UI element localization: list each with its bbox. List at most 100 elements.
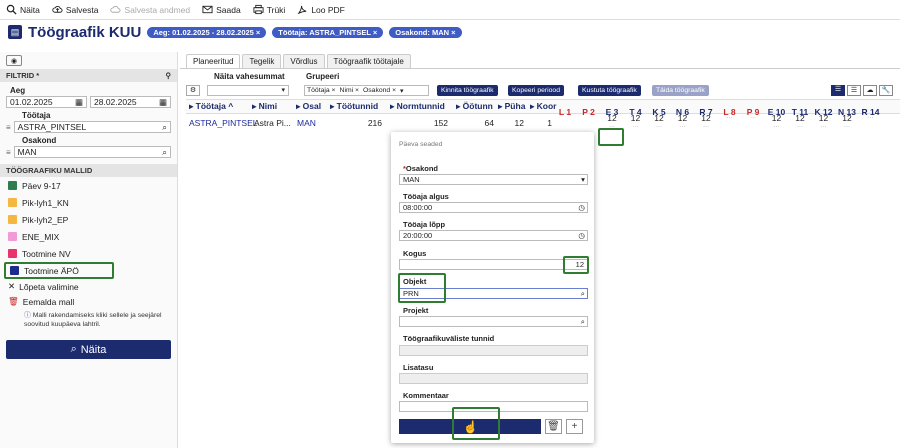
day-cell[interactable]: 12 ··· bbox=[695, 114, 717, 132]
day-cell[interactable]: 12 ··· bbox=[766, 114, 788, 132]
col-employee[interactable]: ▸ Töötaja ^ bbox=[189, 101, 249, 112]
day-cell[interactable]: 12 ··· bbox=[672, 114, 694, 132]
copy-period-button[interactable]: Kopeeri periood bbox=[508, 85, 564, 96]
start-time-input[interactable]: 08:00:00 ◷ bbox=[399, 202, 588, 213]
col-holiday[interactable]: ▸ Püha bbox=[498, 101, 530, 112]
save-button[interactable]: Salvesta bbox=[52, 4, 98, 15]
settings-gear-icon[interactable]: ⚙ bbox=[186, 85, 200, 96]
pin-icon[interactable]: ⚲ bbox=[166, 71, 172, 80]
template-item[interactable]: Tootmine ÄPÖ bbox=[4, 262, 114, 279]
department-input[interactable]: MAN ⌕ bbox=[13, 146, 171, 158]
col-name[interactable]: ▸ Nimi bbox=[252, 101, 290, 112]
template-color-swatch bbox=[8, 181, 17, 190]
end-time-value: 20:00:00 bbox=[403, 231, 433, 240]
detail-view-icon[interactable]: ☰ bbox=[847, 85, 861, 96]
filters-header[interactable]: FILTRID * ⚲ bbox=[0, 69, 177, 82]
day-cell[interactable]: 12 ··· bbox=[836, 114, 858, 132]
save-data-button[interactable]: Salvesta andmed bbox=[110, 4, 190, 15]
show-label: Näita bbox=[20, 4, 40, 15]
day-cell-value: 12 bbox=[842, 113, 852, 123]
eye-toggle-icon[interactable]: ◉ bbox=[6, 55, 22, 66]
search-icon[interactable]: ⌕ bbox=[162, 147, 167, 158]
col-work-hours[interactable]: ▸ Töötunnid bbox=[330, 101, 386, 112]
day-cell[interactable]: 12 ··· bbox=[625, 114, 647, 132]
clock-icon[interactable]: ◷ bbox=[578, 203, 587, 212]
employee-input[interactable]: ASTRA_PINTSEL ⌕ bbox=[13, 121, 171, 133]
show-button[interactable]: ⌕ Näita bbox=[6, 340, 171, 359]
extra-hours-input[interactable] bbox=[399, 345, 588, 356]
list-view-icon[interactable]: ☰ bbox=[831, 85, 845, 96]
chevron-down-icon[interactable]: ▾ bbox=[400, 87, 403, 95]
day-cell[interactable]: ··· bbox=[719, 114, 741, 123]
fill-schedule-button[interactable]: Täida töögraafik bbox=[652, 85, 709, 96]
send-button[interactable]: Saada bbox=[202, 4, 241, 15]
group-tag[interactable]: Töötaja × bbox=[307, 87, 336, 94]
calendar-icon[interactable]: ▦ bbox=[159, 97, 167, 108]
project-input[interactable]: ⌕ bbox=[399, 316, 588, 327]
col-dept[interactable]: ▸ Osal bbox=[296, 101, 326, 112]
confirm-schedule-button[interactable]: Kinnita töögraafik bbox=[437, 85, 498, 96]
day-cell[interactable]: ··· bbox=[860, 114, 882, 123]
filter-mode-icon[interactable]: ≡ bbox=[6, 148, 11, 157]
group-select[interactable]: Töötaja × Nimi × Osakond × ▾ bbox=[304, 85, 429, 96]
search-icon[interactable]: ⌕ bbox=[162, 122, 167, 133]
show-button-label: Näita bbox=[80, 343, 107, 356]
summary-select[interactable]: ▾ bbox=[207, 85, 289, 96]
day-cell-dots: ··· bbox=[750, 115, 756, 121]
table-row[interactable]: ASTRA_PINTSEL Astra Pi... MAN 216 152 64… bbox=[186, 114, 900, 132]
date-from-input[interactable]: 01.02.2025 ▦ bbox=[6, 96, 87, 108]
day-cell[interactable]: 12 ··· bbox=[648, 114, 670, 132]
print-button[interactable]: Trüki bbox=[253, 4, 285, 15]
tab-planned[interactable]: Planeeritud bbox=[186, 54, 241, 68]
group-tag[interactable]: Osakond × bbox=[363, 87, 396, 94]
row-employee[interactable]: ASTRA_PINTSEL bbox=[189, 118, 258, 128]
template-item[interactable]: Pik-lyh2_EP bbox=[0, 211, 177, 228]
col-norm-hours[interactable]: ▸ Normtunnid bbox=[390, 101, 452, 112]
tab-actual[interactable]: Tegelik bbox=[242, 54, 282, 68]
cloud-upload-icon bbox=[52, 6, 63, 13]
end-time-input[interactable]: 20:00:00 ◷ bbox=[399, 230, 588, 241]
filter-chip-time[interactable]: Aeg: 01.02.2025 - 28.02.2025 × bbox=[147, 26, 267, 38]
delete-schedule-button[interactable]: Kustuta töögraafik bbox=[578, 85, 641, 96]
title-bar: ▤ Töögraafik KUU Aeg: 01.02.2025 - 28.02… bbox=[0, 20, 900, 44]
filter-chip-department[interactable]: Osakond: MAN × bbox=[389, 26, 462, 38]
template-label: Pik-lyh1_KN bbox=[22, 197, 69, 208]
group-tag[interactable]: Nimi × bbox=[340, 87, 359, 94]
filter-chip-employee[interactable]: Töötaja: ASTRA_PINTSEL × bbox=[272, 26, 384, 38]
stop-selecting-button[interactable]: ✕ Lõpeta valimine bbox=[0, 279, 177, 294]
remove-template-button[interactable]: 🗑 Eemalda mall bbox=[0, 294, 177, 309]
calendar-icon[interactable]: ▦ bbox=[75, 97, 83, 108]
add-day-button[interactable]: + bbox=[566, 419, 583, 434]
template-color-swatch bbox=[8, 215, 17, 224]
day-cell[interactable]: ··· bbox=[742, 114, 764, 123]
day-cell[interactable]: 12 ··· bbox=[789, 114, 811, 132]
template-item[interactable]: Päev 9-17 bbox=[0, 177, 177, 194]
tab-comparison[interactable]: Võrdlus bbox=[283, 54, 325, 68]
template-color-swatch bbox=[8, 249, 17, 258]
cloud-icon[interactable]: ☁ bbox=[863, 85, 877, 96]
tab-employee-schedule[interactable]: Töögraafik töötajale bbox=[326, 54, 411, 68]
search-icon[interactable]: ⌕ bbox=[581, 317, 587, 327]
clock-icon[interactable]: ◷ bbox=[578, 231, 587, 240]
template-item[interactable]: ENE_MIX bbox=[0, 228, 177, 245]
delete-day-button[interactable]: 🗑 bbox=[545, 419, 562, 434]
extra-pay-input[interactable] bbox=[399, 373, 588, 384]
search-icon[interactable]: ⌕ bbox=[581, 289, 587, 299]
template-item[interactable]: Tootmine NV bbox=[0, 245, 177, 262]
employee-value: ASTRA_PINTSEL bbox=[17, 122, 87, 132]
total-input[interactable]: 12 bbox=[399, 259, 588, 270]
template-item[interactable]: Pik-lyh1_KN bbox=[0, 194, 177, 211]
day-settings-popup: Päeva seaded *Osakond MAN ▾ Tööaja algus … bbox=[391, 132, 594, 443]
col-night-hours[interactable]: ▸ Öötunn bbox=[456, 101, 498, 112]
create-pdf-button[interactable]: Loo PDF bbox=[297, 4, 345, 15]
send-label: Saada bbox=[216, 4, 241, 15]
row-dept[interactable]: MAN bbox=[297, 118, 316, 128]
date-to-input[interactable]: 28.02.2025 ▦ bbox=[90, 96, 171, 108]
filter-mode-icon[interactable]: ≡ bbox=[6, 123, 11, 132]
wrench-icon[interactable]: 🔧 bbox=[879, 85, 893, 96]
show-button-top[interactable]: Näita bbox=[6, 4, 40, 15]
row-work-hours: 216 bbox=[367, 118, 382, 128]
dept-select[interactable]: MAN ▾ bbox=[399, 174, 588, 185]
day-cell[interactable]: 12 ··· bbox=[813, 114, 835, 132]
templates-header[interactable]: TÖÖGRAAFIKU MALLID bbox=[0, 164, 177, 177]
